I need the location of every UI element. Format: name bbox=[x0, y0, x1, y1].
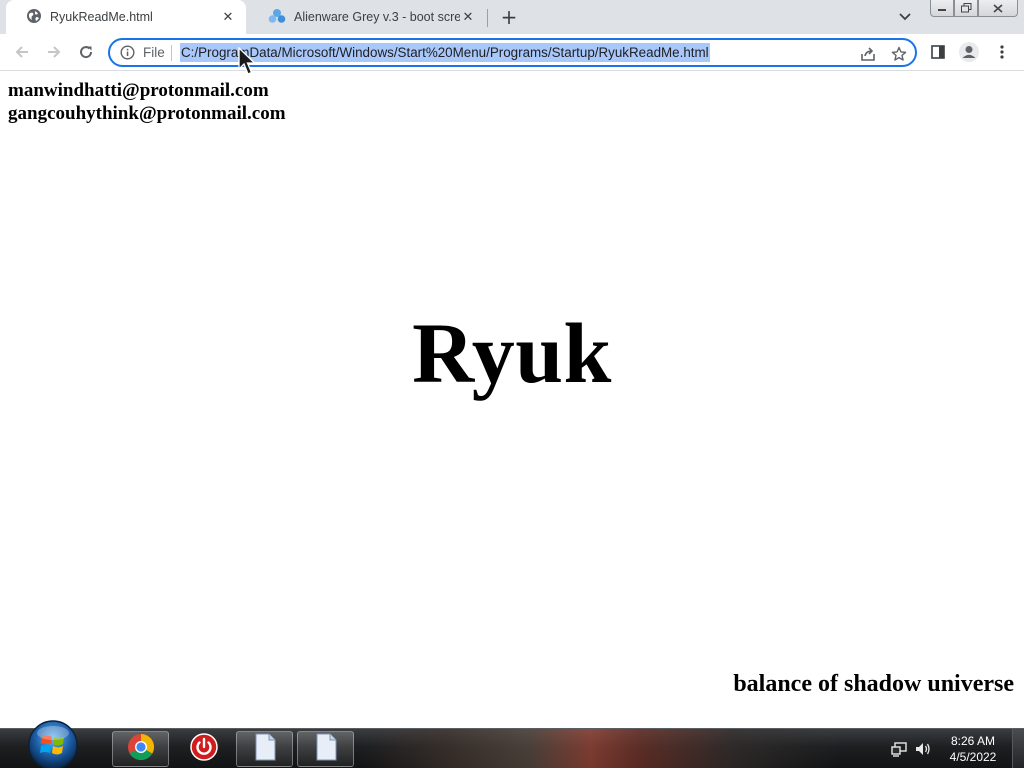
forward-arrow-icon[interactable] bbox=[42, 40, 66, 64]
contact-email: manwindhatti@protonmail.com bbox=[8, 80, 269, 101]
tab-title: RyukReadMe.html bbox=[50, 10, 153, 24]
window-controls bbox=[930, 0, 1018, 17]
chip-separator bbox=[171, 45, 172, 61]
clock-date: 4/5/2022 bbox=[949, 750, 997, 764]
system-clock[interactable]: 8:26 AM 4/5/2022 bbox=[940, 733, 1006, 765]
start-button-windows-logo-icon[interactable] bbox=[20, 715, 86, 768]
clock-time: 8:26 AM bbox=[950, 734, 996, 748]
close-tab-icon[interactable]: ✕ bbox=[460, 9, 476, 25]
chrome-icon bbox=[127, 733, 155, 765]
document-icon bbox=[314, 733, 338, 765]
share-icon[interactable] bbox=[858, 44, 878, 64]
restore-icon[interactable] bbox=[954, 0, 978, 17]
menu-kebab-icon[interactable] bbox=[990, 40, 1014, 64]
address-bar[interactable]: File C:/ProgramData/Microsoft/Windows/St… bbox=[108, 38, 917, 67]
side-panel-icon[interactable] bbox=[926, 40, 950, 64]
bubbles-icon bbox=[268, 8, 286, 27]
browser-toolbar: File C:/ProgramData/Microsoft/Windows/St… bbox=[0, 34, 1024, 71]
reload-icon[interactable] bbox=[74, 40, 98, 64]
close-window-icon[interactable] bbox=[978, 0, 1018, 17]
power-app-icon bbox=[189, 733, 218, 765]
bookmark-star-icon[interactable] bbox=[889, 44, 909, 64]
windows-taskbar: 8:26 AM 4/5/2022 bbox=[0, 720, 1024, 768]
tab-strip: RyukReadMe.html ✕ Alienware Grey v.3 - b… bbox=[0, 0, 1024, 34]
network-icon[interactable] bbox=[890, 741, 908, 757]
footer-text: balance of shadow universe bbox=[733, 671, 1014, 697]
taskbar-wallpaper-strip bbox=[360, 729, 840, 768]
profile-avatar-icon[interactable] bbox=[957, 40, 981, 64]
tab-alienware[interactable]: Alienware Grey v.3 - boot screen ✕ bbox=[248, 0, 486, 34]
taskbar-document-button[interactable] bbox=[297, 731, 354, 767]
show-desktop-button[interactable] bbox=[1012, 729, 1024, 768]
taskbar-power-app-button[interactable] bbox=[175, 731, 232, 767]
taskbar-chrome-button[interactable] bbox=[112, 731, 169, 767]
minimize-icon[interactable] bbox=[930, 0, 954, 17]
page-title: Ryuk bbox=[412, 305, 612, 401]
url-text[interactable]: C:/ProgramData/Microsoft/Windows/Start%2… bbox=[180, 43, 710, 62]
tab-title: Alienware Grey v.3 - boot screen bbox=[294, 10, 460, 24]
contact-email: gangcouhythink@protonmail.com bbox=[8, 103, 286, 124]
taskbar-document-button[interactable] bbox=[236, 731, 293, 767]
globe-icon bbox=[26, 8, 42, 27]
volume-icon[interactable] bbox=[914, 741, 932, 757]
page-content: manwindhatti@protonmail.com gangcouhythi… bbox=[0, 72, 1024, 728]
tab-search-chevron-icon[interactable] bbox=[895, 8, 915, 26]
close-tab-icon[interactable]: ✕ bbox=[220, 9, 236, 25]
back-arrow-icon[interactable] bbox=[10, 40, 34, 64]
tab-ryukreadme[interactable]: RyukReadMe.html ✕ bbox=[6, 0, 246, 34]
info-icon[interactable] bbox=[120, 45, 135, 60]
document-icon bbox=[253, 733, 277, 765]
new-tab-plus-icon[interactable]: + bbox=[498, 5, 520, 29]
tab-separator bbox=[487, 9, 488, 27]
scheme-label: File bbox=[143, 45, 165, 60]
